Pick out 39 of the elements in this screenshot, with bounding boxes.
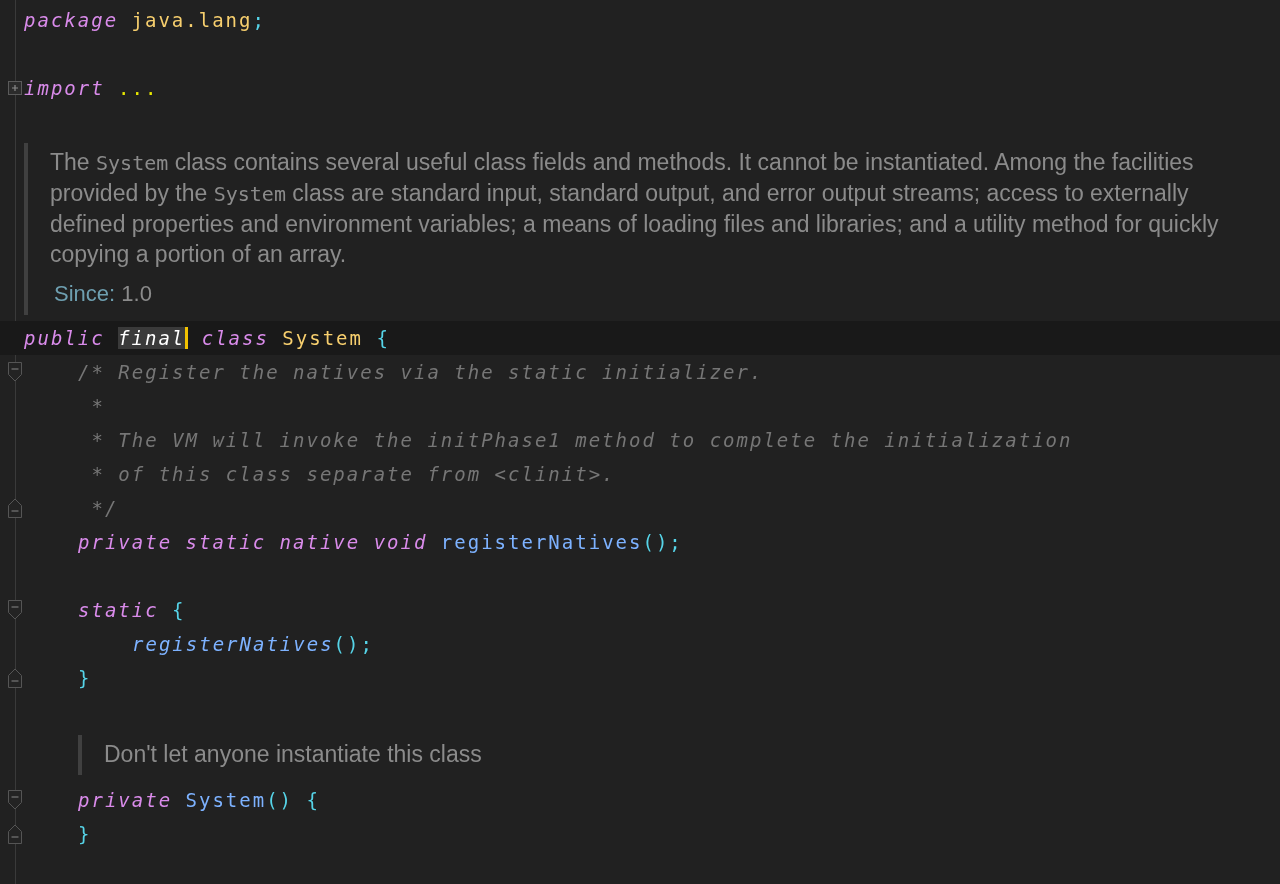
punctuation: } (78, 667, 92, 689)
documentation-text: The System class contains several useful class fields and methods. It cannot be instantiated. Among the facilities provided by the System class are standard input, standard output, and error output streams; access to externally defined properties and environment variables; a means of loading files and libraries; and a utility method for quickly copying a portion of an array. (50, 148, 1220, 269)
collapse-fold-icon[interactable] (8, 668, 22, 688)
punctuation: } (78, 823, 92, 845)
keyword: class (200, 327, 269, 349)
collapse-fold-icon[interactable] (8, 362, 22, 382)
comment-text: * (90, 395, 105, 417)
expand-fold-icon[interactable] (8, 81, 22, 95)
collapse-fold-icon[interactable] (8, 498, 22, 518)
punctuation: (); (333, 633, 374, 655)
since-version: 1.0 (121, 281, 152, 306)
punctuation: () { (266, 789, 320, 811)
comment-text: */ (90, 497, 119, 519)
comment-text: * of this class separate from <clinit>. (90, 463, 616, 485)
keyword: import (24, 77, 105, 99)
keyword: package (24, 9, 119, 31)
collapse-fold-icon[interactable] (8, 600, 22, 620)
punctuation: ; (252, 9, 266, 31)
code-editor[interactable] (0, 0, 1280, 884)
since-label: Since: (54, 281, 116, 306)
comment-text: * The VM will invoke the initPhase1 method to complete the initialization (90, 429, 1073, 451)
collapse-fold-icon[interactable] (8, 790, 22, 810)
method-name: registerNatives (439, 531, 643, 553)
method-name: registerNatives (132, 633, 334, 655)
keyword: private static native void (78, 531, 428, 553)
class-name: java.lang (130, 9, 253, 31)
method-name: System (184, 789, 267, 811)
documentation-text: Don't let anyone instantiate this class (104, 740, 483, 769)
punctuation: { (171, 599, 186, 621)
class-name: System (281, 327, 363, 349)
punctuation: (); (642, 531, 683, 553)
folded-imports-ellipsis: ... (117, 77, 159, 99)
comment-text: /* Register the natives via the static initializer. (78, 361, 764, 383)
keyword: static (78, 599, 159, 621)
selected-keyword: final (118, 327, 189, 349)
keyword: public (24, 327, 106, 349)
collapse-fold-icon[interactable] (8, 824, 22, 844)
keyword: private (78, 789, 173, 811)
punctuation: { (375, 327, 390, 349)
